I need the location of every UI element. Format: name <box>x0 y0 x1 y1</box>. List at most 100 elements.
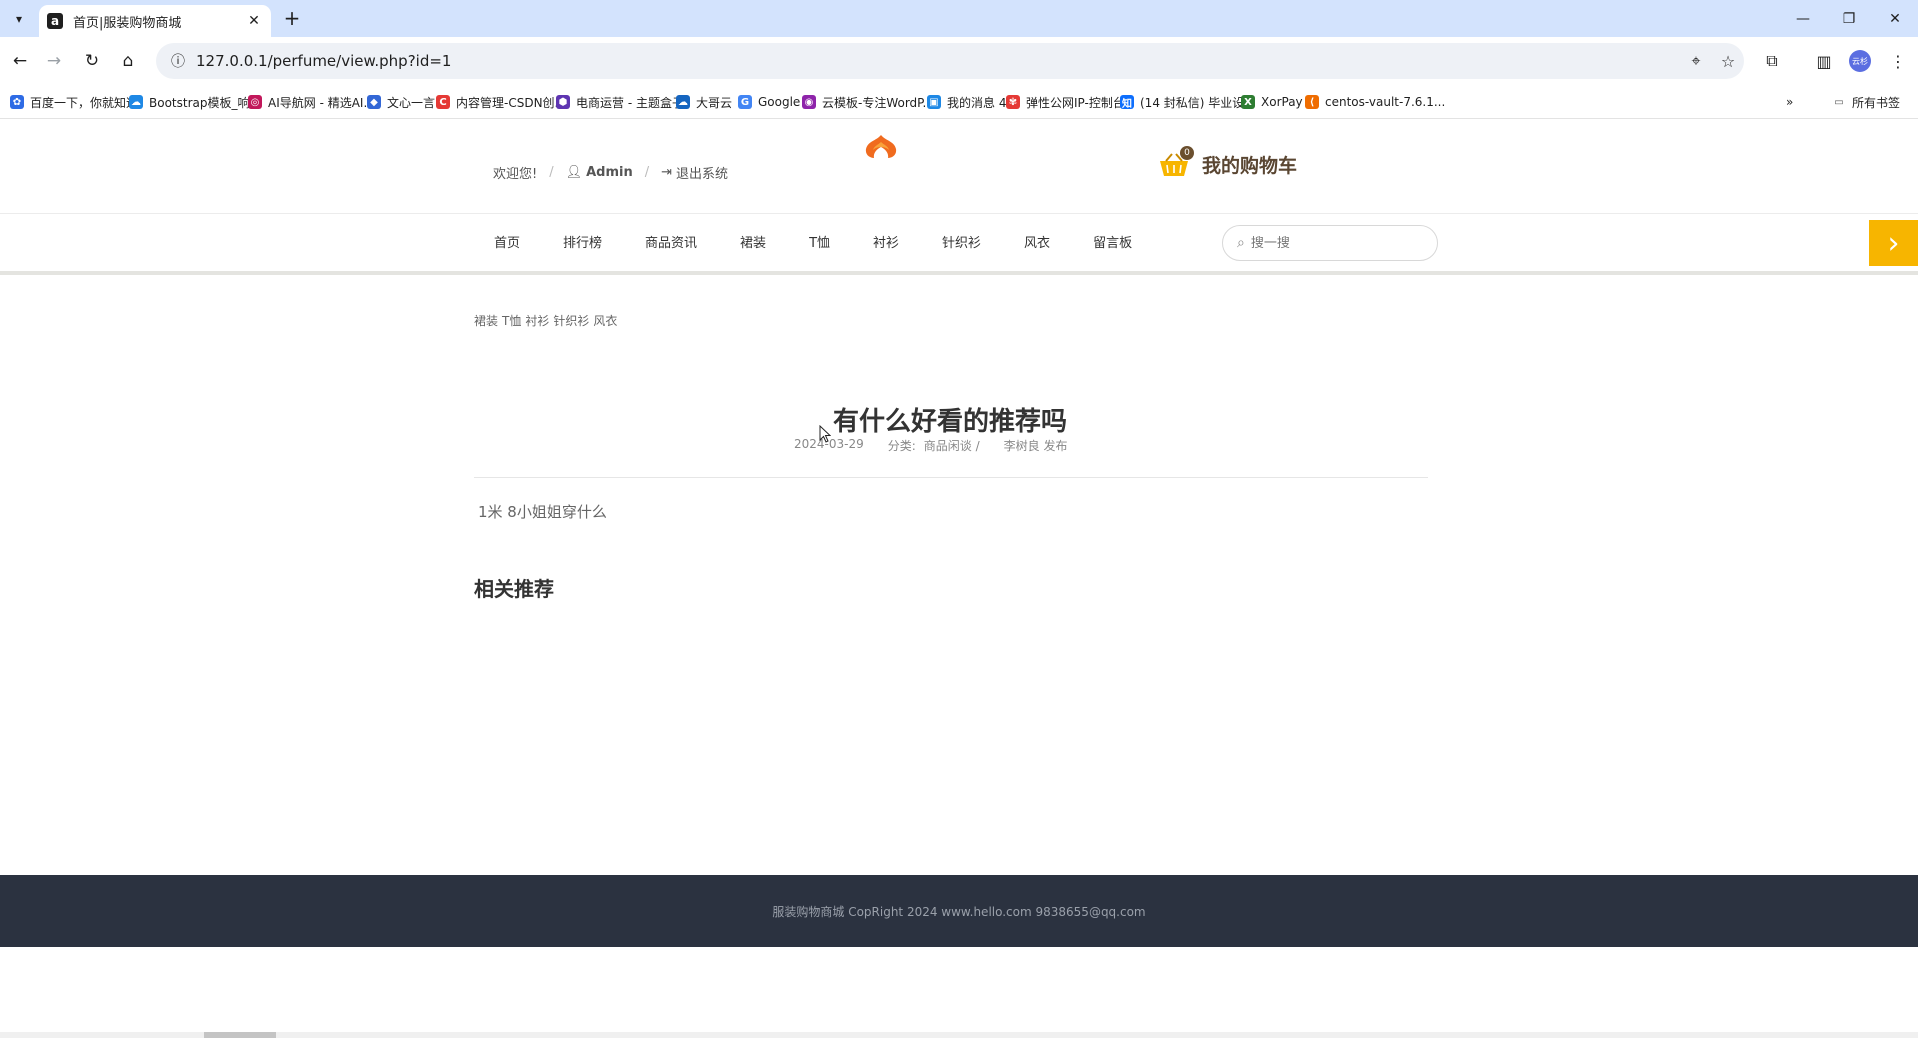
nav-item-home[interactable]: 首页 <box>494 232 520 251</box>
article-title: 有什么好看的推荐吗 <box>832 407 1067 437</box>
bookmark-item[interactable]: C 内容管理-CSDN创... <box>436 93 566 111</box>
cart-label[interactable]: 我的购物车 <box>1202 151 1297 178</box>
bookmark-item[interactable]: ⟨ centos-vault-7.6.1... <box>1305 93 1445 111</box>
extensions-puzzle-icon[interactable]: ⧉ <box>1760 49 1784 73</box>
side-panel-icon[interactable]: ▥ <box>1812 49 1836 73</box>
bookmark-item[interactable]: ◉ 云模板-专注WordP... <box>802 93 934 111</box>
bookmark-label: XorPay <box>1261 95 1303 109</box>
horizontal-scrollbar[interactable] <box>0 1032 1918 1038</box>
bookmark-item[interactable]: ☁ 大哥云 <box>676 93 732 111</box>
paw-icon: ✿ <box>10 95 24 109</box>
mouse-cursor-icon <box>819 425 831 443</box>
reload-icon[interactable]: ↻ <box>80 49 104 73</box>
close-window-icon[interactable]: ✕ <box>1872 0 1918 37</box>
nav-item-shirts[interactable]: 衬衫 <box>873 232 899 251</box>
bookmark-item[interactable]: G Google <box>738 93 800 111</box>
forward-arrow-icon[interactable]: → <box>42 49 66 73</box>
address-bar[interactable]: ⓘ 127.0.0.1/perfume/view.php?id=1 ⌖ ☆ <box>156 43 1744 79</box>
user-links: 欢迎您! / 👤︎ Admin / ⇥ 退出系统 <box>493 163 728 182</box>
bookmark-label: 我的消息 4 <box>947 95 1007 110</box>
all-bookmarks-folder[interactable]: ▭ 所有书签 <box>1832 93 1900 111</box>
site-info-icon[interactable]: ⓘ <box>160 51 196 71</box>
article-divider <box>474 477 1428 478</box>
search-icon[interactable]: ⌕ <box>1237 235 1245 251</box>
tab-close-icon[interactable]: ✕ <box>245 13 263 29</box>
search-input[interactable] <box>1250 235 1401 251</box>
bookmark-label: 电商运营 - 主题盒子 <box>576 95 684 110</box>
shopping-basket-icon: 0 <box>1158 145 1194 178</box>
browser-tab-strip: ▾ a 首页|服装购物商城 ✕ + — ❐ ✕ <box>0 0 1918 37</box>
nav-item-ranking[interactable]: 排行榜 <box>563 232 602 251</box>
bookmark-item[interactable]: ▣ 我的消息 4 <box>927 93 1006 111</box>
bookmark-label: AI导航网 - 精选AI... <box>268 95 375 110</box>
category-tags: 裙装 T恤 衬衫 针织衫 风衣 <box>474 312 621 329</box>
tag-link[interactable]: 衬衫 <box>525 312 549 329</box>
bookmark-item[interactable]: ✾ 弹性公网IP-控制台 <box>1006 93 1125 111</box>
nav-item-knitwear[interactable]: 针织衫 <box>942 232 981 251</box>
bookmarks-bar: » ▭ 所有书签 ✿ 百度一下，你就知道 ☁ Bootstrap模板_响... ◎ AI导… <box>0 85 1918 119</box>
logout-link[interactable]: 退出系统 <box>676 163 728 182</box>
bookmark-star-icon[interactable]: ☆ <box>1712 52 1744 71</box>
bookmark-item[interactable]: ⬢ 电商运营 - 主题盒子 <box>556 93 684 111</box>
nav-item-trenchcoat[interactable]: 风衣 <box>1024 232 1050 251</box>
nav-item-tshirts[interactable]: T恤 <box>809 232 830 251</box>
profile-avatar[interactable]: 云杉 <box>1849 50 1871 72</box>
tag-link[interactable]: 风衣 <box>593 312 617 329</box>
address-url[interactable]: 127.0.0.1/perfume/view.php?id=1 <box>196 52 1680 70</box>
tag-link[interactable]: 针织衫 <box>553 312 589 329</box>
article-category[interactable]: 商品闲谈 / <box>924 437 980 454</box>
folder-icon: ▭ <box>1834 96 1844 108</box>
site-logo[interactable] <box>864 133 898 159</box>
window-controls: — ❐ ✕ <box>1780 0 1918 37</box>
tab-search-chevron-icon[interactable]: ▾ <box>8 8 30 30</box>
side-panel-arrow-button[interactable]: › <box>1869 220 1918 266</box>
restore-icon[interactable]: ❐ <box>1826 0 1872 37</box>
bookmark-label: 大哥云 <box>696 95 733 110</box>
cloud-icon: ☁ <box>129 95 143 109</box>
cart-count-badge: 0 <box>1180 145 1194 160</box>
nav-item-guestbook[interactable]: 留言板 <box>1093 232 1132 251</box>
bookmark-item[interactable]: ◆ 文心一言 <box>367 93 435 111</box>
csdn-icon: C <box>436 95 450 109</box>
bilibili-icon: ▣ <box>927 95 941 109</box>
bookmark-label: Bootstrap模板_响... <box>149 95 261 110</box>
cart-link[interactable]: 0 我的购物车 <box>1158 145 1297 178</box>
search-box: ⌕ <box>1222 225 1438 261</box>
nav-item-dresses[interactable]: 裙装 <box>740 232 766 251</box>
footer-text: 服装购物商城 CopRight 2024 www.hello.com 98386… <box>772 904 1146 919</box>
bookmark-item[interactable]: ☁ Bootstrap模板_响... <box>129 93 261 111</box>
site-footer: 服装购物商城 CopRight 2024 www.hello.com 98386… <box>0 875 1918 947</box>
bookmark-item[interactable]: X XorPay <box>1241 93 1303 111</box>
more-menu-icon[interactable]: ⋮ <box>1886 49 1910 73</box>
separator: / <box>549 165 554 180</box>
tag-link[interactable]: 裙装 <box>474 312 498 329</box>
minimize-icon[interactable]: — <box>1780 0 1826 37</box>
separator: / <box>644 165 650 180</box>
cube-icon: ◆ <box>367 95 381 109</box>
bookmark-label: centos-vault-7.6.1... <box>1325 95 1446 109</box>
back-arrow-icon[interactable]: ← <box>8 49 32 73</box>
admin-link[interactable]: Admin <box>586 165 633 180</box>
browser-tab[interactable]: a 首页|服装购物商城 ✕ <box>39 5 271 37</box>
cloud-badge-icon: ☁ <box>676 95 690 109</box>
web-page: 欢迎您! / 👤︎ Admin / ⇥ 退出系统 0 我的购物车 首页 排行榜 … <box>0 119 1918 1038</box>
location-pin-icon[interactable]: ⌖ <box>1680 51 1712 71</box>
nav-bottom-border <box>0 271 1918 275</box>
bookmarks-overflow-icon[interactable]: » <box>1786 93 1793 111</box>
bracket-icon: ⟨ <box>1305 95 1319 109</box>
scrollbar-thumb[interactable] <box>204 1032 276 1038</box>
user-icon: 👤︎ <box>565 165 583 180</box>
article-author: 李树良 发布 <box>1003 439 1068 453</box>
bookmark-item[interactable]: 知 (14 封私信) 毕业设... <box>1120 93 1256 111</box>
article-meta: 2024-03-29 分类: 商品闲谈 / 李树良 发布 <box>794 437 1075 454</box>
new-tab-plus-icon[interactable]: + <box>281 8 303 30</box>
nav-item-news[interactable]: 商品资讯 <box>645 232 697 251</box>
bookmark-item[interactable]: ◎ AI导航网 - 精选AI... <box>248 93 375 111</box>
bookmark-label: 内容管理-CSDN创... <box>456 95 566 110</box>
chevron-right-icon: › <box>1887 225 1900 261</box>
bookmark-item[interactable]: ✿ 百度一下，你就知道 <box>10 93 138 111</box>
tag-link[interactable]: T恤 <box>502 312 521 329</box>
spiral-icon: ◎ <box>248 95 262 109</box>
home-icon[interactable]: ⌂ <box>116 49 140 73</box>
x-icon: X <box>1241 95 1255 109</box>
